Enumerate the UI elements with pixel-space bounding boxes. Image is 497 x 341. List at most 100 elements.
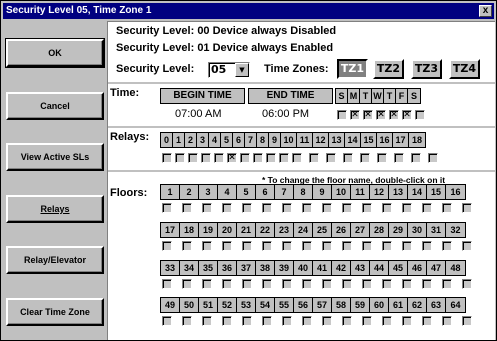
tz2-button[interactable]: TZ2 bbox=[373, 59, 404, 79]
floor-checkbox-36[interactable] bbox=[222, 279, 232, 289]
floor-number-19[interactable]: 19 bbox=[199, 223, 218, 237]
floor-number-29[interactable]: 29 bbox=[389, 223, 408, 237]
floor-checkbox-4[interactable] bbox=[222, 203, 232, 213]
relay-number-16[interactable]: 16 bbox=[377, 133, 393, 147]
floor-number-4[interactable]: 4 bbox=[218, 185, 237, 199]
floor-number-52[interactable]: 52 bbox=[218, 298, 237, 312]
floor-checkbox-41[interactable] bbox=[322, 279, 332, 289]
floor-checkbox-7[interactable] bbox=[282, 203, 292, 213]
relay-number-2[interactable]: 2 bbox=[185, 133, 197, 147]
relays-button[interactable]: Relays bbox=[6, 195, 104, 223]
floor-checkbox-17[interactable] bbox=[162, 241, 172, 251]
floor-number-20[interactable]: 20 bbox=[218, 223, 237, 237]
floor-number-45[interactable]: 45 bbox=[389, 261, 408, 275]
tz1-button[interactable]: TZ1 bbox=[337, 59, 368, 79]
floor-checkbox-24[interactable] bbox=[302, 241, 312, 251]
floor-checkbox-42[interactable] bbox=[342, 279, 352, 289]
floor-number-59[interactable]: 59 bbox=[351, 298, 370, 312]
floor-number-28[interactable]: 28 bbox=[370, 223, 389, 237]
floor-checkbox-6[interactable] bbox=[262, 203, 272, 213]
floor-checkbox-27[interactable] bbox=[362, 241, 372, 251]
ok-button[interactable]: OK bbox=[5, 38, 105, 68]
floor-checkbox-2[interactable] bbox=[182, 203, 192, 213]
end-time-value[interactable]: 06:00 PM bbox=[262, 108, 309, 120]
relay-checkbox-6[interactable] bbox=[240, 153, 250, 163]
floor-number-24[interactable]: 24 bbox=[294, 223, 313, 237]
relay-checkbox-4[interactable] bbox=[214, 153, 224, 163]
relay-checkbox-10[interactable] bbox=[292, 153, 302, 163]
floor-number-40[interactable]: 40 bbox=[294, 261, 313, 275]
floor-checkbox-28[interactable] bbox=[382, 241, 392, 251]
floor-checkbox-26[interactable] bbox=[342, 241, 352, 251]
floor-number-61[interactable]: 61 bbox=[389, 298, 408, 312]
relay-checkbox-2[interactable] bbox=[188, 153, 198, 163]
dropdown-arrow-icon[interactable]: ▼ bbox=[235, 63, 249, 77]
relay-number-8[interactable]: 8 bbox=[257, 133, 269, 147]
floor-checkbox-35[interactable] bbox=[202, 279, 212, 289]
floor-number-60[interactable]: 60 bbox=[370, 298, 389, 312]
day-checkbox-3[interactable]: ✕ bbox=[376, 110, 386, 120]
relay-checkbox-8[interactable] bbox=[266, 153, 276, 163]
floor-checkbox-53[interactable] bbox=[242, 316, 252, 326]
floor-number-27[interactable]: 27 bbox=[351, 223, 370, 237]
relay-number-13[interactable]: 13 bbox=[329, 133, 345, 147]
floor-checkbox-54[interactable] bbox=[262, 316, 272, 326]
floor-checkbox-14[interactable] bbox=[422, 203, 432, 213]
floor-checkbox-52[interactable] bbox=[222, 316, 232, 326]
floor-number-8[interactable]: 8 bbox=[294, 185, 313, 199]
day-checkbox-1[interactable]: ✕ bbox=[350, 110, 360, 120]
floor-checkbox-31[interactable] bbox=[442, 241, 452, 251]
floor-checkbox-32[interactable] bbox=[462, 241, 472, 251]
floor-checkbox-12[interactable] bbox=[382, 203, 392, 213]
relay-checkbox-16[interactable] bbox=[394, 153, 404, 163]
floor-number-12[interactable]: 12 bbox=[370, 185, 389, 199]
relay-number-9[interactable]: 9 bbox=[269, 133, 281, 147]
floor-checkbox-11[interactable] bbox=[362, 203, 372, 213]
floor-checkbox-51[interactable] bbox=[202, 316, 212, 326]
day-checkbox-5[interactable]: ✕ bbox=[402, 110, 412, 120]
floor-number-54[interactable]: 54 bbox=[256, 298, 275, 312]
floor-checkbox-61[interactable] bbox=[402, 316, 412, 326]
day-header-6[interactable]: S bbox=[408, 89, 420, 103]
relay-number-6[interactable]: 6 bbox=[233, 133, 245, 147]
clear-time-zone-button[interactable]: Clear Time Zone bbox=[6, 298, 104, 326]
floor-checkbox-3[interactable] bbox=[202, 203, 212, 213]
floor-checkbox-45[interactable] bbox=[402, 279, 412, 289]
floor-number-13[interactable]: 13 bbox=[389, 185, 408, 199]
floor-number-15[interactable]: 15 bbox=[427, 185, 446, 199]
floor-checkbox-13[interactable] bbox=[402, 203, 412, 213]
floor-checkbox-62[interactable] bbox=[422, 316, 432, 326]
floor-checkbox-34[interactable] bbox=[182, 279, 192, 289]
relay-checkbox-9[interactable] bbox=[279, 153, 289, 163]
floor-checkbox-57[interactable] bbox=[322, 316, 332, 326]
floor-checkbox-21[interactable] bbox=[242, 241, 252, 251]
begin-time-value[interactable]: 07:00 AM bbox=[175, 108, 221, 120]
floor-number-9[interactable]: 9 bbox=[313, 185, 332, 199]
close-button[interactable]: x bbox=[479, 5, 492, 17]
relay-checkbox-0[interactable] bbox=[162, 153, 172, 163]
floor-checkbox-1[interactable] bbox=[162, 203, 172, 213]
relay-checkbox-18[interactable] bbox=[428, 153, 438, 163]
floor-number-5[interactable]: 5 bbox=[237, 185, 256, 199]
relay-number-15[interactable]: 15 bbox=[361, 133, 377, 147]
relay-number-0[interactable]: 0 bbox=[161, 133, 173, 147]
floor-number-34[interactable]: 34 bbox=[180, 261, 199, 275]
relay-checkbox-3[interactable] bbox=[201, 153, 211, 163]
floor-checkbox-44[interactable] bbox=[382, 279, 392, 289]
floor-checkbox-43[interactable] bbox=[362, 279, 372, 289]
floor-number-43[interactable]: 43 bbox=[351, 261, 370, 275]
day-header-5[interactable]: F bbox=[396, 89, 408, 103]
floor-checkbox-18[interactable] bbox=[182, 241, 192, 251]
relay-checkbox-7[interactable] bbox=[253, 153, 263, 163]
floor-number-14[interactable]: 14 bbox=[408, 185, 427, 199]
floor-number-11[interactable]: 11 bbox=[351, 185, 370, 199]
cancel-button[interactable]: Cancel bbox=[6, 92, 104, 120]
floor-number-1[interactable]: 1 bbox=[161, 185, 180, 199]
floor-checkbox-38[interactable] bbox=[262, 279, 272, 289]
relay-number-3[interactable]: 3 bbox=[197, 133, 209, 147]
floor-number-21[interactable]: 21 bbox=[237, 223, 256, 237]
floor-number-56[interactable]: 56 bbox=[294, 298, 313, 312]
floor-checkbox-39[interactable] bbox=[282, 279, 292, 289]
day-header-0[interactable]: S bbox=[336, 89, 348, 103]
floor-checkbox-20[interactable] bbox=[222, 241, 232, 251]
